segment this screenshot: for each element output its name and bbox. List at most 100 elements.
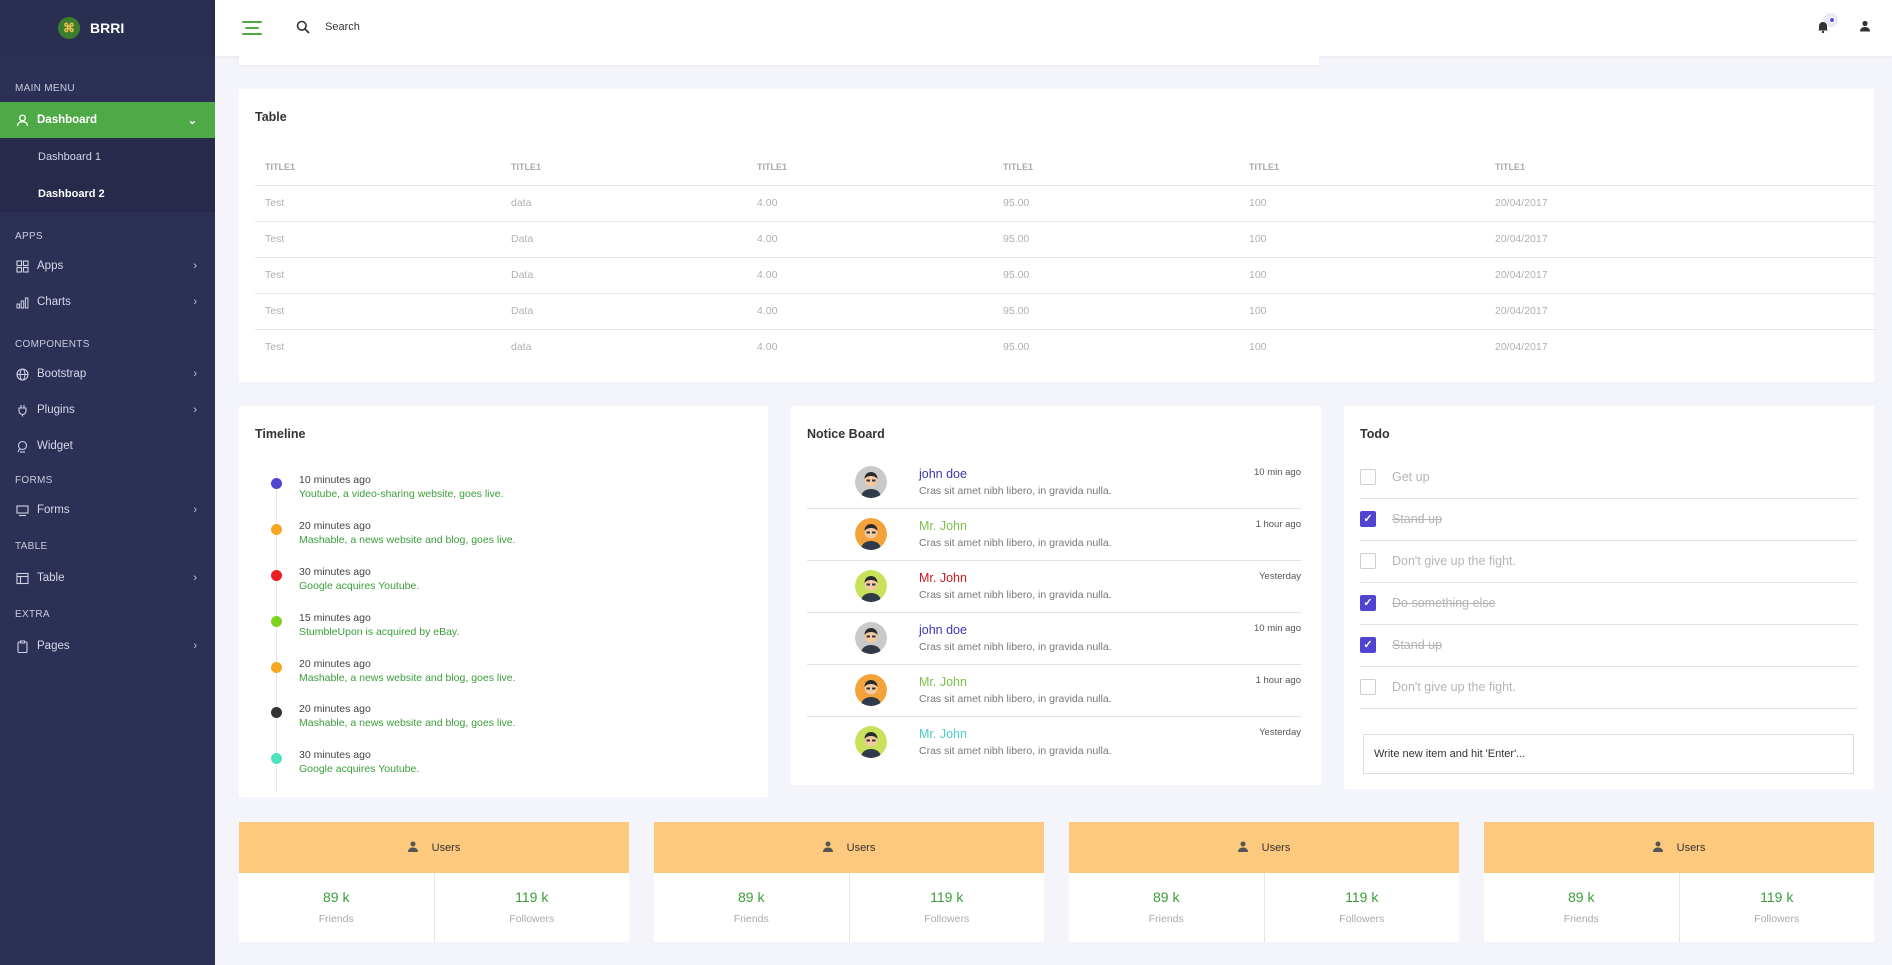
search-icon[interactable] xyxy=(296,20,310,34)
sidebar-item-label: Forms xyxy=(37,504,70,516)
timeline-time: 20 minutes ago xyxy=(299,658,371,670)
friends-label: Friends xyxy=(1563,913,1599,925)
todo-item[interactable]: Don't give up the fight. xyxy=(1360,667,1858,709)
chevron-right-icon: › xyxy=(193,260,197,272)
sidebar-item-dashboard-2[interactable]: Dashboard 2 xyxy=(0,175,215,212)
friends-value: 89 k xyxy=(323,889,350,905)
sidebar-item-label: Dashboard xyxy=(37,114,98,126)
table-row: Test Data 4.00 95.00 100 20/04/2017 xyxy=(255,257,1875,294)
sidebar-item-table[interactable]: Table › xyxy=(0,560,215,596)
table-cell: Data xyxy=(501,221,747,258)
column-header[interactable]: TITLE1 xyxy=(1239,149,1485,186)
table-cell: 4.00 xyxy=(747,257,993,294)
todo-checkbox[interactable]: ✓ xyxy=(1360,637,1376,653)
sidebar-item-charts[interactable]: Charts › xyxy=(0,284,215,320)
avatar xyxy=(855,622,887,654)
friends-value: 89 k xyxy=(738,889,765,905)
timeline-item: 30 minutes ago Google acquires Youtube. xyxy=(239,563,739,599)
todo-checkbox[interactable] xyxy=(1360,679,1376,695)
timeline-text[interactable]: Mashable, a news website and blog, goes … xyxy=(299,717,516,729)
notice-item[interactable]: Mr. John Cras sit amet nibh libero, in g… xyxy=(807,665,1301,717)
brand[interactable]: ⌘ BRRI xyxy=(0,0,215,56)
followers-value: 119 k xyxy=(930,889,964,905)
table-cell: Test xyxy=(255,185,501,222)
column-header[interactable]: TITLE1 xyxy=(1485,149,1875,186)
sidebar-item-label: Plugins xyxy=(37,404,75,416)
friends-value: 89 k xyxy=(1153,889,1180,905)
sidebar-item-label: Charts xyxy=(37,296,71,308)
bell-icon[interactable] xyxy=(1817,20,1829,36)
table-cell: 20/04/2017 xyxy=(1495,341,1548,354)
column-header[interactable]: TITLE1 xyxy=(501,149,747,186)
todo-checkbox[interactable]: ✓ xyxy=(1360,595,1376,611)
sidebar-item-bootstrap[interactable]: Bootstrap › xyxy=(0,356,215,392)
notice-author[interactable]: Mr. John xyxy=(919,727,967,741)
table-cell: 100 xyxy=(1239,221,1485,258)
column-header[interactable]: TITLE1 xyxy=(255,149,501,186)
timeline-text[interactable]: Youtube, a video-sharing website, goes l… xyxy=(299,488,504,500)
todo-item[interactable]: ✓ Stand up xyxy=(1360,499,1858,541)
table-icon xyxy=(15,571,29,585)
notice-author[interactable]: john doe xyxy=(919,467,967,481)
table-row: Test Data 4.00 95.00 100 20/04/2017 xyxy=(255,221,1875,258)
user-icon xyxy=(1652,841,1663,855)
todo-checkbox[interactable] xyxy=(1360,553,1376,569)
column-header[interactable]: TITLE1 xyxy=(993,149,1239,186)
todo-item[interactable]: Don't give up the fight. xyxy=(1360,541,1858,583)
notice-author[interactable]: john doe xyxy=(919,623,967,637)
sidebar-item-plugins[interactable]: Plugins › xyxy=(0,392,215,428)
timeline-time: 30 minutes ago xyxy=(299,749,371,761)
notice-author[interactable]: Mr. John xyxy=(919,675,967,689)
notice-item[interactable]: Mr. John Cras sit amet nibh libero, in g… xyxy=(807,717,1301,769)
notice-item[interactable]: Mr. John Cras sit amet nibh libero, in g… xyxy=(807,561,1301,613)
new-todo-input[interactable] xyxy=(1363,734,1854,774)
sidebar-item-widget[interactable]: Widget xyxy=(0,428,215,464)
chevron-right-icon: › xyxy=(193,640,197,652)
sidebar-item-apps[interactable]: Apps › xyxy=(0,248,215,284)
table-cell: Test xyxy=(255,293,501,330)
widget-icon xyxy=(15,439,29,453)
column-header[interactable]: TITLE1 xyxy=(747,149,993,186)
notice-author[interactable]: Mr. John xyxy=(919,571,967,585)
timeline-text[interactable]: Google acquires Youtube. xyxy=(299,763,419,775)
table-cell: 100 xyxy=(1239,257,1485,294)
chevron-right-icon: › xyxy=(193,368,197,380)
stat-friends: 89 k Friends xyxy=(1484,873,1679,942)
timeline-text[interactable]: Google acquires Youtube. xyxy=(299,580,419,592)
section-forms: FORMS xyxy=(15,474,53,486)
todo-item[interactable]: Get up xyxy=(1360,457,1858,499)
todo-checkbox[interactable] xyxy=(1360,469,1376,485)
chevron-right-icon: › xyxy=(193,404,197,416)
user-icon xyxy=(407,841,418,855)
timeline-text[interactable]: Mashable, a news website and blog, goes … xyxy=(299,672,516,684)
table-card: Table TITLE1 TITLE1 TITLE1 TITLE1 TITLE1… xyxy=(239,89,1875,382)
notice-item[interactable]: john doe Cras sit amet nibh libero, in g… xyxy=(807,613,1301,665)
timeline-text[interactable]: StumbleUpon is acquired by eBay. xyxy=(299,626,459,638)
table-row: Test data 4.00 95.00 100 20/04/2017 xyxy=(255,329,1875,365)
user-profile-icon[interactable] xyxy=(1859,20,1871,35)
timeline-item: 10 minutes ago Youtube, a video-sharing … xyxy=(239,471,739,507)
todo-checkbox[interactable]: ✓ xyxy=(1360,511,1376,527)
notice-author[interactable]: Mr. John xyxy=(919,519,967,533)
notice-item[interactable]: john doe Cras sit amet nibh libero, in g… xyxy=(807,457,1301,509)
sidebar-item-forms[interactable]: Forms › xyxy=(0,492,215,528)
sidebar-item-dashboard-1[interactable]: Dashboard 1 xyxy=(0,138,215,175)
sidebar-item-dashboard[interactable]: Dashboard ⌄ xyxy=(0,102,215,138)
notice-time: Yesterday xyxy=(1259,571,1301,582)
table-cell: 95.00 xyxy=(1003,341,1030,354)
timeline-dot xyxy=(271,707,282,718)
card-title: Table xyxy=(255,110,287,124)
menu-toggle-icon[interactable] xyxy=(242,21,262,35)
chevron-right-icon: › xyxy=(193,504,197,516)
todo-item[interactable]: ✓ Do something else xyxy=(1360,583,1858,625)
sidebar-item-label: Bootstrap xyxy=(37,368,87,380)
clipboard-icon xyxy=(15,639,29,653)
avatar xyxy=(855,726,887,758)
table-cell: Test xyxy=(255,221,501,258)
notice-item[interactable]: Mr. John Cras sit amet nibh libero, in g… xyxy=(807,509,1301,561)
search-input[interactable] xyxy=(325,17,625,37)
timeline-text[interactable]: Mashable, a news website and blog, goes … xyxy=(299,534,516,546)
table-cell: 95.00 xyxy=(993,185,1239,222)
todo-item[interactable]: ✓ Stand up xyxy=(1360,625,1858,667)
sidebar-item-pages[interactable]: Pages › xyxy=(0,628,215,664)
